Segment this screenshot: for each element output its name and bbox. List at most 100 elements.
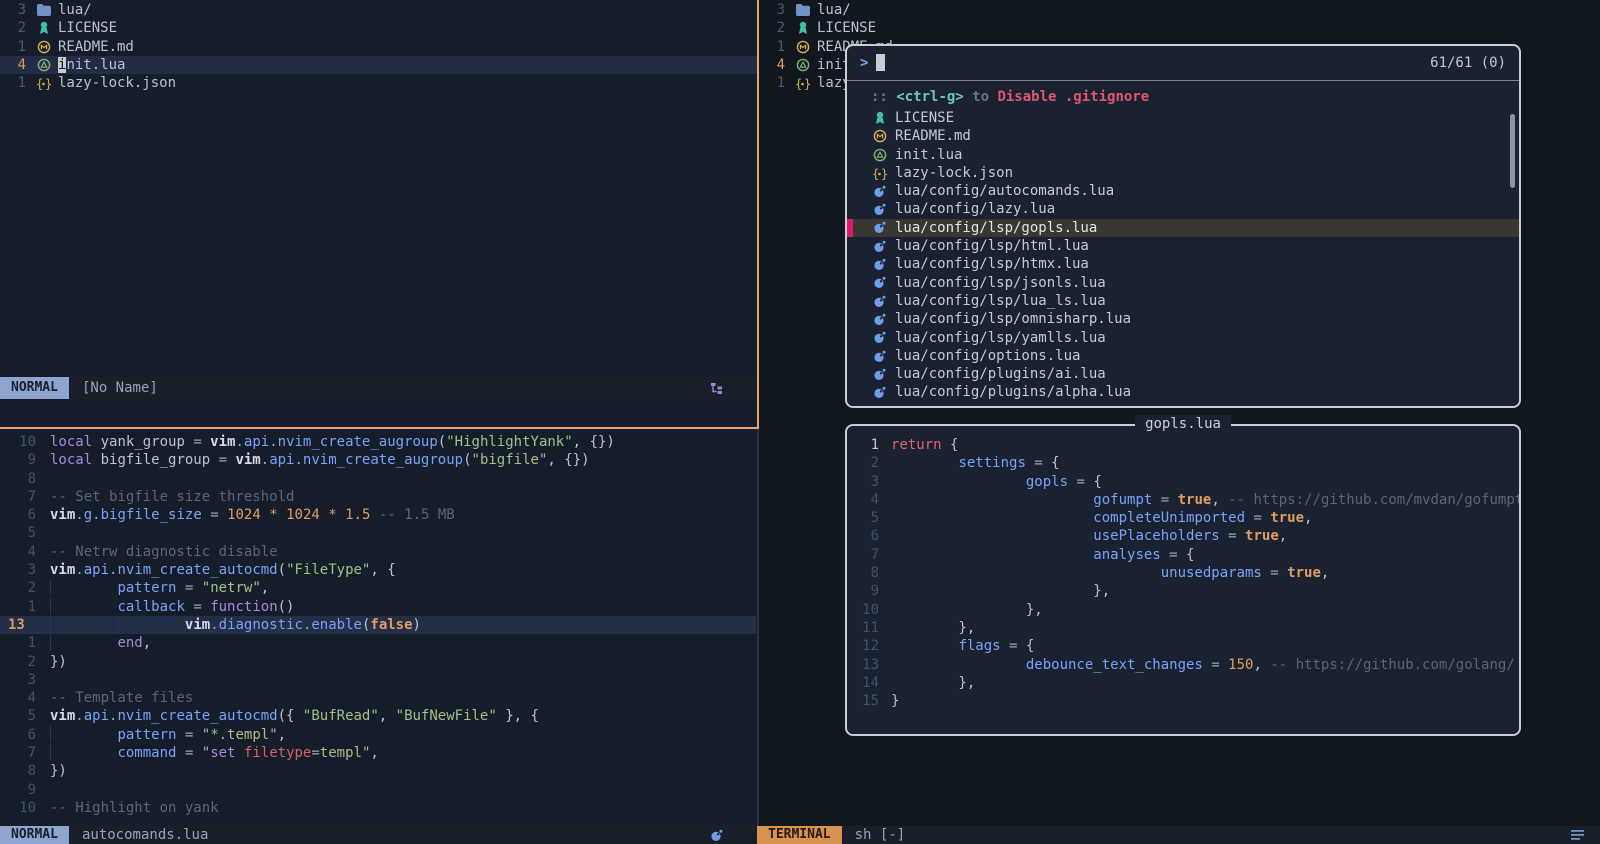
code-line[interactable]: 8}) [0, 762, 756, 780]
code-line[interactable]: 7 analyses = { [847, 546, 1519, 564]
file-name: README.md [58, 38, 134, 56]
picker-item[interactable]: lua/config/lsp/html.lua [847, 237, 1519, 255]
code-line[interactable]: 9local bigfile_group = vim.api.nvim_crea… [0, 451, 756, 469]
code-text: ▏ pattern = "*.templ", [50, 726, 756, 744]
prompt-cursor [876, 54, 885, 71]
code-line[interactable]: 8 unusedparams = true, [847, 564, 1519, 582]
code-line[interactable]: 12 flags = { [847, 637, 1519, 655]
line-number: 10 [0, 433, 50, 451]
code-text: usePlaceholders = true, [891, 527, 1519, 545]
code-text: -- Template files [50, 689, 756, 707]
picker-item[interactable]: lua/config/lsp/jsonls.lua [847, 274, 1519, 292]
picker-item[interactable]: lua/config/lsp/gopls.lua [847, 219, 1519, 237]
picker-item[interactable]: lua/config/lsp/yamlls.lua [847, 329, 1519, 347]
lua-file-icon [873, 258, 886, 271]
lua-file-icon [873, 331, 886, 344]
window-separator-vertical-active[interactable] [757, 0, 759, 429]
line-number: 7 [0, 488, 50, 506]
line-number: 2 [0, 579, 50, 597]
code-line[interactable]: 13▏ ▏ vim.diagnostic.enable(false) [0, 616, 756, 634]
svg-text:}: } [45, 77, 51, 90]
code-line[interactable]: 4-- Netrw diagnostic disable [0, 543, 756, 561]
code-line[interactable]: 3 gopls = { [847, 473, 1519, 491]
statusline-terminal: TERMINAL sh [-] [757, 826, 1600, 844]
code-text: ▏ ▏ vim.diagnostic.enable(false) [50, 616, 756, 634]
code-line[interactable]: 8 [0, 470, 756, 488]
code-line[interactable]: 7▏ command = "set filetype=templ", [0, 744, 756, 762]
code-line[interactable]: 7-- Set bigfile size threshold [0, 488, 756, 506]
code-line[interactable]: 9 }, [847, 582, 1519, 600]
picker-item[interactable]: README.md [847, 127, 1519, 145]
window-separator-vertical[interactable] [757, 429, 759, 826]
code-line[interactable]: 1▏ end, [0, 634, 756, 652]
line-number: 4 [0, 56, 26, 74]
line-number: 8 [847, 564, 891, 582]
picker-item[interactable]: lua/config/lsp/htmx.lua [847, 255, 1519, 273]
code-text: gopls = { [891, 473, 1519, 491]
picker-scrollbar[interactable] [1510, 114, 1515, 188]
picker-item[interactable]: lua/config/lazy.lua [847, 200, 1519, 218]
line-number: 1 [847, 436, 891, 454]
code-line[interactable]: 10-- Highlight on yank [0, 799, 756, 817]
picker-item[interactable]: init.lua [847, 146, 1519, 164]
code-line[interactable]: 2}) [0, 653, 756, 671]
picker-item[interactable]: lua/config/plugins/alpha.lua [847, 383, 1519, 401]
line-number: 5 [0, 707, 50, 725]
picker-item-name: README.md [895, 127, 971, 145]
code-line[interactable]: 5 completeUnimported = true, [847, 509, 1519, 527]
lua-green-icon [796, 58, 810, 72]
file-row[interactable]: 1{}lazy-lock.json [0, 74, 757, 92]
code-line[interactable]: 13 debounce_text_changes = 150, -- https… [847, 656, 1519, 674]
code-line[interactable]: 4 gofumpt = true, -- https://github.com/… [847, 491, 1519, 509]
code-line[interactable]: 2▏ pattern = "netrw", [0, 579, 756, 597]
code-line[interactable]: 4-- Template files [0, 689, 756, 707]
code-line[interactable]: 10 }, [847, 601, 1519, 619]
code-line[interactable]: 2 settings = { [847, 454, 1519, 472]
file-row[interactable]: 2LICENSE [0, 19, 757, 37]
picker-prompt-row[interactable]: > 61/61 (0) [847, 46, 1519, 81]
picker-item-name: lua/config/lsp/yamlls.lua [895, 329, 1106, 347]
picker-item[interactable]: LICENSE [847, 109, 1519, 127]
line-number: 10 [0, 799, 50, 817]
file-explorer-left: 3lua/2LICENSE1README.md4init.lua1{}lazy-… [0, 1, 757, 92]
code-line[interactable]: 1return { [847, 436, 1519, 454]
code-line[interactable]: 5vim.api.nvim_create_autocmd({ "BufRead"… [0, 707, 756, 725]
code-line[interactable]: 1▏ callback = function() [0, 598, 756, 616]
svg-text:{: { [872, 167, 879, 180]
code-line[interactable]: 6vim.g.bigfile_size = 1024 * 1024 * 1.5 … [0, 506, 756, 524]
picker-item[interactable]: lua/config/plugins/ai.lua [847, 365, 1519, 383]
file-row[interactable]: 1README.md [0, 38, 757, 56]
code-line[interactable]: 11 }, [847, 619, 1519, 637]
code-line[interactable]: 15} [847, 692, 1519, 710]
code-text: ▏ callback = function() [50, 598, 756, 616]
editor-autocomands: 10local yank_group = vim.api.nvim_create… [0, 433, 756, 817]
picker-item[interactable]: lua/config/autocomands.lua [847, 182, 1519, 200]
file-row[interactable]: 3lua/ [0, 1, 757, 19]
code-line[interactable]: 6 usePlaceholders = true, [847, 527, 1519, 545]
picker-item[interactable]: lua/config/lsp/omnisharp.lua [847, 310, 1519, 328]
picker-item[interactable]: lua/config/lsp/lua_ls.lua [847, 292, 1519, 310]
window-separator-horizontal-active[interactable] [0, 427, 759, 429]
code-line[interactable]: 3 [0, 671, 756, 689]
picker-item[interactable]: {}lazy-lock.json [847, 164, 1519, 182]
code-line[interactable]: 10local yank_group = vim.api.nvim_create… [0, 433, 756, 451]
code-text: }, [891, 601, 1519, 619]
file-row[interactable]: 2LICENSE [759, 19, 1600, 37]
code-line[interactable]: 9 [0, 781, 756, 799]
line-number: 8 [0, 762, 50, 780]
code-text: flags = { [891, 637, 1519, 655]
line-number: 12 [847, 637, 891, 655]
picker-results: LICENSEREADME.mdinit.lua{}lazy-lock.json… [847, 109, 1519, 402]
code-line[interactable]: 14 }, [847, 674, 1519, 692]
line-number: 2 [847, 454, 891, 472]
code-line[interactable]: 3vim.api.nvim_create_autocmd("FileType",… [0, 561, 756, 579]
code-line[interactable]: 6▏ pattern = "*.templ", [0, 726, 756, 744]
code-line[interactable]: 5 [0, 524, 756, 542]
code-text: settings = { [891, 454, 1519, 472]
picker-item[interactable]: lua/config/options.lua [847, 347, 1519, 365]
code-text: }, [891, 674, 1519, 692]
file-row[interactable]: 3lua/ [759, 1, 1600, 19]
buffer-name: [No Name] [82, 379, 158, 397]
lua-file-icon [710, 826, 723, 844]
file-row[interactable]: 4init.lua [0, 56, 757, 74]
